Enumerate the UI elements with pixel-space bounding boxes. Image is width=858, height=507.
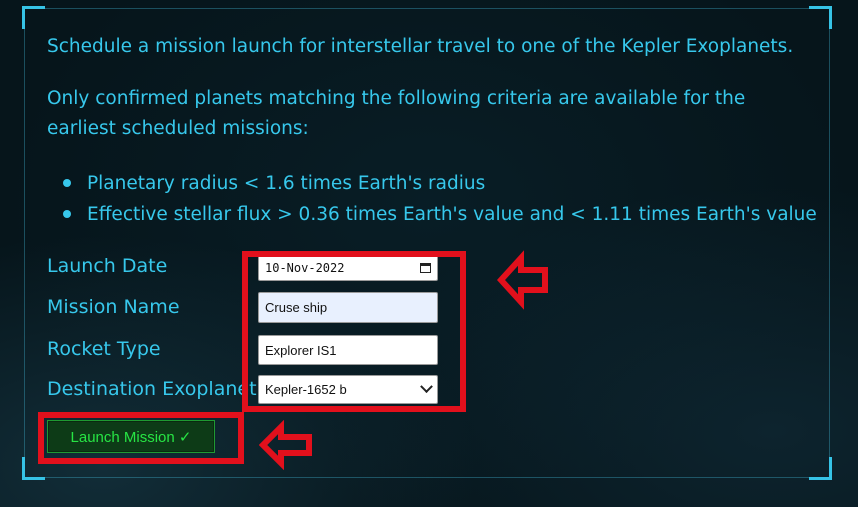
launch-date-input[interactable]: 10-Nov-2022 — [258, 255, 438, 281]
rocket-type-value: Explorer IS1 — [265, 342, 337, 358]
frame-corner — [809, 6, 832, 29]
criteria-item-flux: Effective stellar flux > 0.36 times Eart… — [87, 204, 817, 225]
bullet-icon — [63, 210, 71, 218]
destination-selected-value: Kepler-1652 b — [265, 382, 347, 397]
destination-exoplanet-label: Destination Exoplanet — [47, 378, 257, 400]
mission-name-value: Cruse ship — [265, 300, 328, 315]
bullet-icon — [63, 179, 71, 187]
launch-date-value: 10-Nov-2022 — [265, 261, 345, 275]
panel-frame — [22, 6, 832, 480]
intro-text: Schedule a mission launch for interstell… — [47, 36, 794, 57]
rocket-type-input[interactable]: Explorer IS1 — [258, 335, 438, 365]
frame-corner — [22, 6, 45, 29]
launch-date-label: Launch Date — [47, 255, 168, 277]
frame-corner — [22, 457, 45, 480]
mission-scheduler-page: Schedule a mission launch for interstell… — [0, 0, 858, 507]
criteria-list: Planetary radius < 1.6 times Earth's rad… — [62, 168, 817, 230]
destination-exoplanet-select[interactable]: Kepler-1652 b — [258, 375, 438, 404]
criteria-text: Only confirmed planets matching the foll… — [47, 88, 746, 139]
list-item: Effective stellar flux > 0.36 times Eart… — [62, 199, 817, 230]
list-item: Planetary radius < 1.6 times Earth's rad… — [62, 168, 817, 199]
calendar-icon[interactable] — [420, 263, 431, 273]
criteria-item-radius: Planetary radius < 1.6 times Earth's rad… — [87, 173, 486, 194]
frame-corner — [809, 457, 832, 480]
mission-name-input[interactable]: Cruse ship — [258, 292, 438, 323]
launch-mission-button[interactable]: Launch Mission ✓ — [47, 420, 215, 453]
mission-name-label: Mission Name — [47, 296, 180, 318]
chevron-down-icon[interactable] — [420, 380, 433, 394]
rocket-type-label: Rocket Type — [47, 338, 161, 360]
